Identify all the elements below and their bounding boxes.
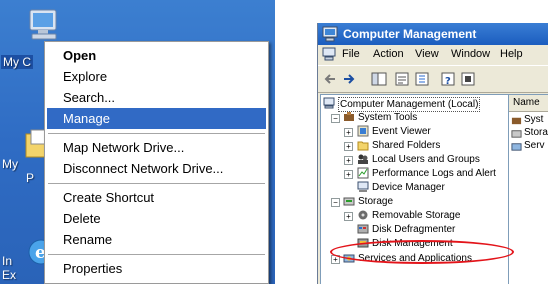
- system-menu-icon[interactable]: [322, 47, 336, 61]
- services-icon: [511, 143, 522, 151]
- expand-toggle[interactable]: +: [344, 128, 353, 137]
- back-arrow-icon[interactable]: [322, 70, 340, 88]
- internet-explorer-label[interactable]: In Ex: [2, 254, 16, 282]
- tree-label-event-viewer: Event Viewer: [372, 126, 431, 137]
- annotation-ellipse: [330, 240, 514, 264]
- collapse-toggle[interactable]: −: [331, 198, 340, 207]
- tree-label-removable-storage: Removable Storage: [372, 210, 461, 221]
- details-pane: Name Syst Stora Serv: [509, 94, 548, 284]
- menu-help[interactable]: Help: [500, 48, 523, 60]
- list-item-label: Syst: [524, 114, 544, 125]
- removable-storage-icon: [358, 210, 368, 220]
- storage-icon: [511, 130, 522, 138]
- my-computer-label[interactable]: My C: [1, 55, 33, 69]
- my-documents-label-line1: My: [2, 157, 18, 171]
- shared-folders-icon: [357, 141, 369, 151]
- internet-explorer-label-line1: In: [2, 254, 13, 268]
- my-documents-label-line2: P: [26, 171, 35, 185]
- list-item-label: Stora: [524, 127, 548, 138]
- expand-toggle[interactable]: +: [344, 156, 353, 165]
- disk-defragmenter-icon: [357, 224, 369, 234]
- computer-management-icon: [322, 26, 338, 42]
- menu-separator: [48, 183, 265, 184]
- storage-icon: [343, 197, 355, 206]
- menu-separator: [48, 254, 265, 255]
- tree-label-system-tools: System Tools: [358, 112, 418, 123]
- menu-item-open[interactable]: Open: [47, 45, 266, 66]
- tree-label-disk-defragmenter: Disk Defragmenter: [372, 224, 456, 235]
- menu-item-disconnect-network-drive[interactable]: Disconnect Network Drive...: [47, 158, 266, 179]
- context-menu: Open Explore Search... Manage Map Networ…: [44, 41, 269, 284]
- computer-management-icon: [323, 97, 335, 109]
- menu-bar: File Action View Window Help: [318, 45, 548, 64]
- menu-item-search[interactable]: Search...: [47, 87, 266, 108]
- window-title: Computer Management: [343, 27, 477, 41]
- menu-item-manage[interactable]: Manage: [47, 108, 266, 129]
- expand-toggle[interactable]: +: [344, 212, 353, 221]
- toolbar: ?: [318, 65, 548, 93]
- my-computer-icon[interactable]: [24, 8, 62, 42]
- system-tools-icon: [511, 117, 522, 125]
- refresh-view-icon[interactable]: [459, 70, 477, 88]
- menu-view[interactable]: View: [415, 48, 439, 60]
- title-bar[interactable]: Computer Management: [318, 23, 548, 45]
- system-tools-icon: [344, 112, 354, 121]
- tree-label-root: Computer Management (Local): [338, 97, 481, 112]
- show-hide-console-tree-icon[interactable]: [370, 70, 388, 88]
- forward-arrow-icon[interactable]: [340, 70, 358, 88]
- help-icon[interactable]: ?: [439, 70, 457, 88]
- collapse-toggle[interactable]: −: [331, 114, 340, 123]
- expand-toggle[interactable]: +: [344, 170, 353, 179]
- menu-separator: [48, 133, 265, 134]
- tree-label-local-users: Local Users and Groups: [372, 154, 480, 165]
- menu-file[interactable]: File: [342, 48, 360, 60]
- menu-action[interactable]: Action: [373, 48, 404, 60]
- menu-item-rename[interactable]: Rename: [47, 229, 266, 250]
- list-item-label: Serv: [524, 140, 545, 151]
- menu-item-map-network-drive[interactable]: Map Network Drive...: [47, 137, 266, 158]
- menu-item-create-shortcut[interactable]: Create Shortcut: [47, 187, 266, 208]
- menu-item-properties[interactable]: Properties: [47, 258, 266, 279]
- tree-label-storage: Storage: [358, 196, 394, 207]
- my-documents-label[interactable]: My P: [2, 157, 34, 185]
- menu-item-delete[interactable]: Delete: [47, 208, 266, 229]
- performance-icon: [357, 167, 369, 179]
- column-header-name[interactable]: Name: [509, 95, 548, 112]
- expand-toggle[interactable]: +: [344, 142, 353, 151]
- menu-window[interactable]: Window: [451, 48, 490, 60]
- properties-icon[interactable]: [393, 70, 411, 88]
- svg-text:?: ?: [445, 76, 451, 87]
- tree-label-performance-logs: Performance Logs and Alert: [372, 168, 496, 179]
- column-header-label: Name: [513, 97, 540, 108]
- menu-item-explore[interactable]: Explore: [47, 66, 266, 87]
- desktop: My C My P e In Ex Open Explore Search...…: [0, 0, 275, 284]
- tree-label-shared-folders: Shared Folders: [372, 140, 441, 151]
- export-list-icon[interactable]: [413, 70, 431, 88]
- event-viewer-icon: [357, 125, 369, 137]
- internet-explorer-label-line2: Ex: [2, 268, 17, 282]
- device-manager-icon: [357, 181, 369, 192]
- tree-label-device-manager: Device Manager: [372, 182, 445, 193]
- users-icon: [358, 154, 368, 164]
